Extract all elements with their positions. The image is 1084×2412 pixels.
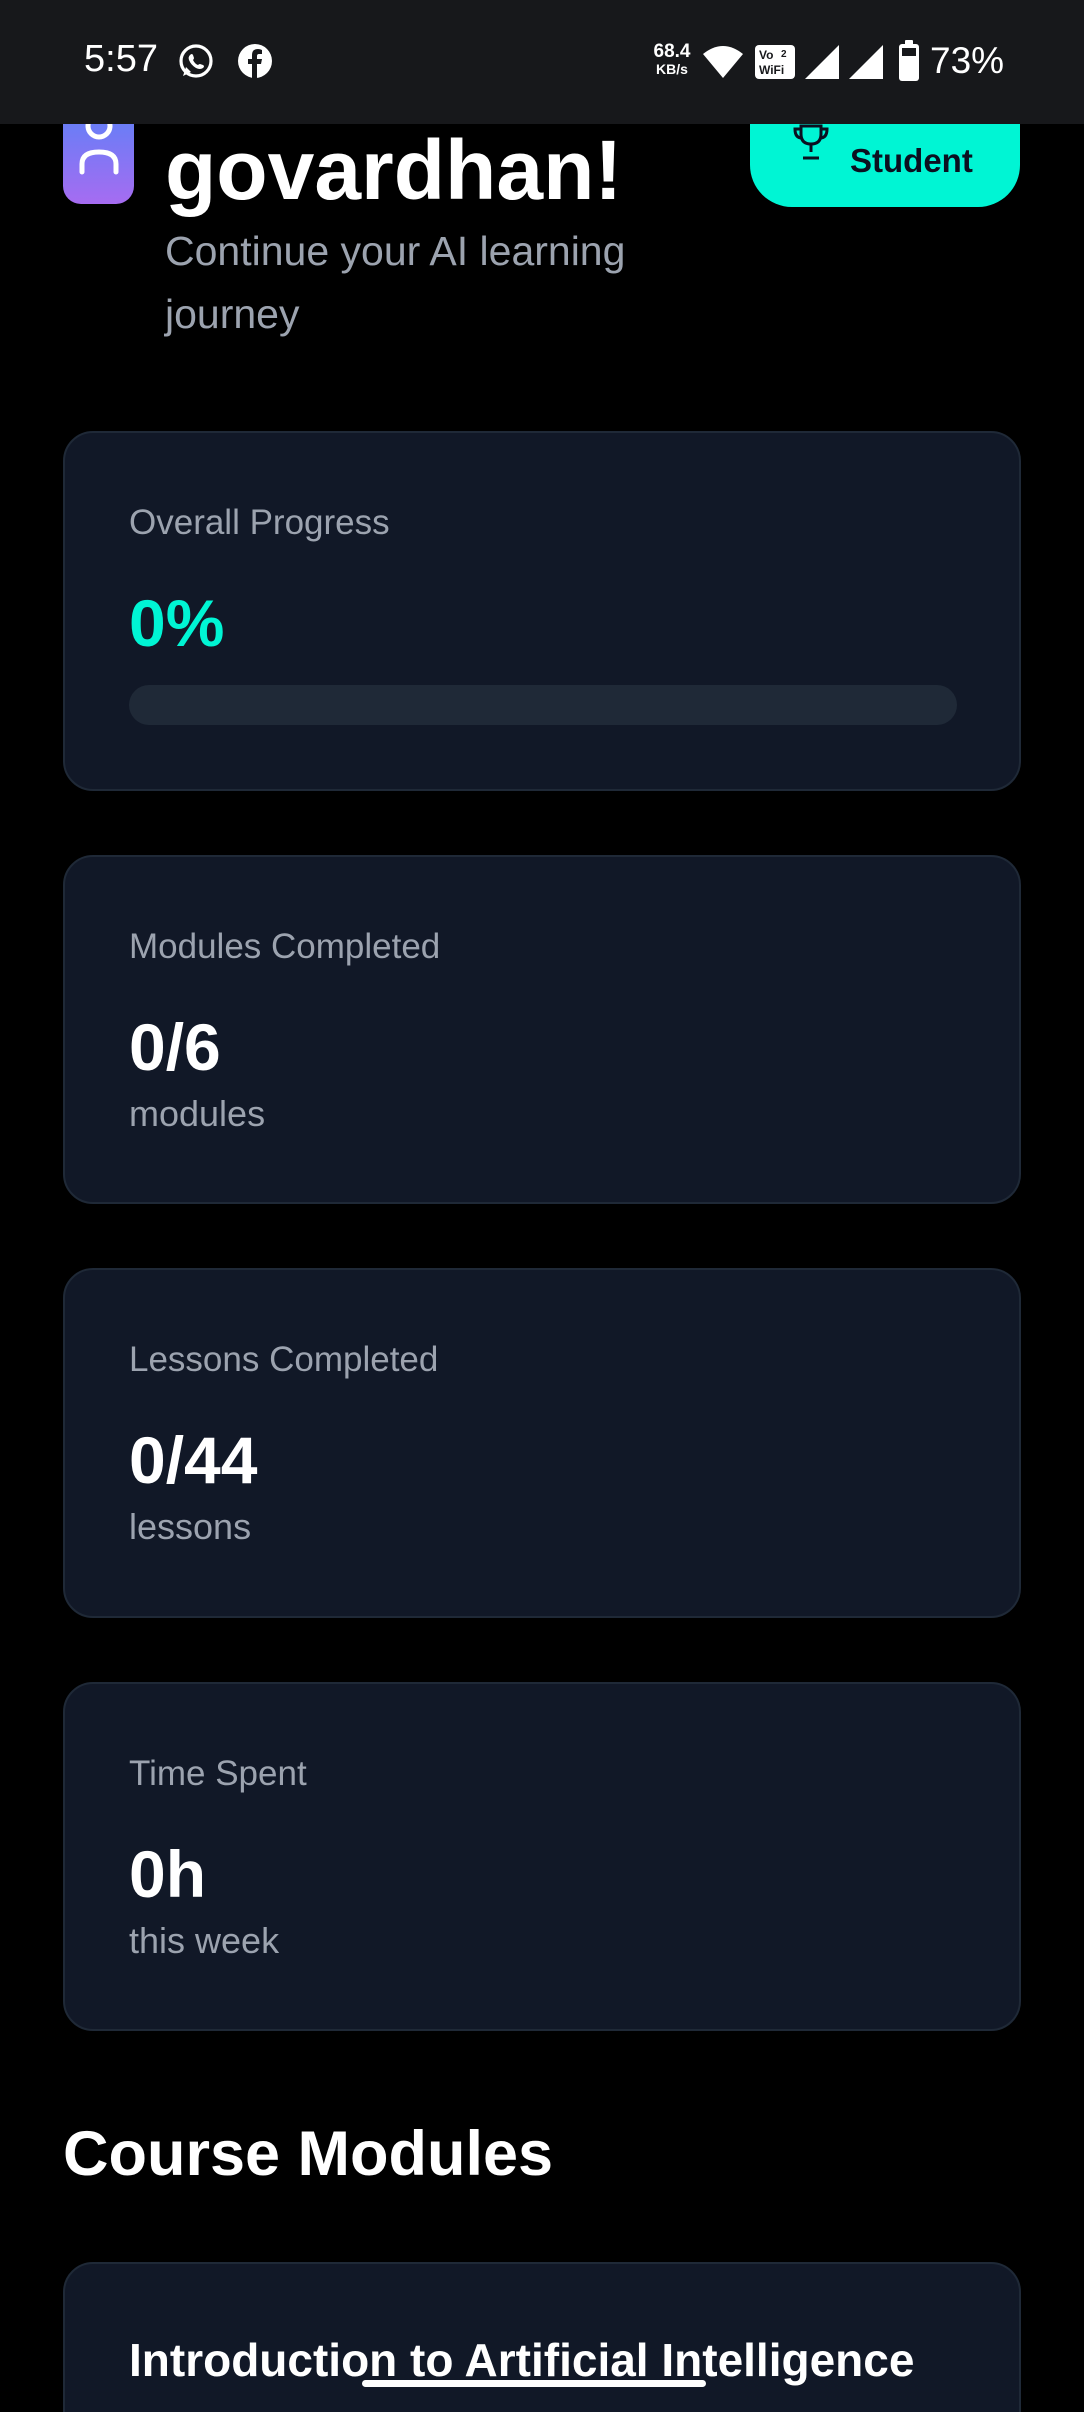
time-spent-card: Time Spent 0h this week (63, 1682, 1021, 2031)
lessons-completed-value: 0/44 (129, 1423, 258, 1497)
modules-completed-value: 0/6 (129, 1010, 221, 1084)
card-unit: modules (129, 1093, 266, 1134)
network-speed-value: 68.4 (653, 41, 691, 62)
overall-progress-card: Overall Progress 0% (63, 431, 1021, 791)
dashboard-page: 5:57 68.4 KB/s Vo 2 WiFi 73% govardhan! … (0, 0, 1084, 2412)
user-icon (79, 124, 119, 175)
section-title: Course Modules (63, 2119, 554, 2189)
greeting-subtitle: Continue your AI learning journey (165, 228, 626, 337)
status-time: 5:57 (84, 38, 158, 80)
battery-percentage: 73% (930, 40, 1005, 81)
svg-text:Vo: Vo (759, 48, 773, 62)
greeting-name: govardhan! (165, 123, 623, 217)
module-card[interactable]: Introduction to Artificial Intelligence (63, 2262, 1021, 2412)
progress-bar (129, 685, 957, 725)
card-label: Modules Completed (129, 927, 441, 966)
battery-icon (899, 40, 919, 81)
modules-completed-card: Modules Completed 0/6 modules (63, 855, 1021, 1204)
overall-progress-value: 0% (129, 586, 225, 660)
wifi-icon (703, 46, 743, 78)
card-label: Overall Progress (129, 503, 390, 542)
signal-icon (805, 45, 839, 79)
facebook-icon (238, 44, 272, 78)
network-speed: 68.4 KB/s (646, 41, 698, 77)
card-unit: this week (129, 1920, 280, 1961)
level-badge[interactable]: AI Student (750, 124, 1020, 207)
card-label: Lessons Completed (129, 1340, 439, 1379)
card-unit: lessons (129, 1506, 252, 1547)
module-title: Introduction to Artificial Intelligence (129, 2334, 915, 2386)
home-indicator[interactable] (362, 2380, 706, 2387)
lessons-completed-card: Lessons Completed 0/44 lessons (63, 1268, 1021, 1618)
signal-icon (849, 45, 883, 79)
card-label: Time Spent (129, 1754, 307, 1793)
svg-text:2: 2 (781, 49, 787, 60)
time-spent-value: 0h (129, 1837, 207, 1911)
status-bar: 5:57 68.4 KB/s Vo 2 WiFi 73% (0, 0, 1084, 124)
vowifi-icon: Vo 2 WiFi (755, 45, 795, 79)
badge-line-1: AI (850, 124, 883, 132)
badge-line-2: Student (850, 142, 973, 179)
trophy-icon (793, 124, 829, 160)
whatsapp-icon (179, 44, 213, 78)
avatar (63, 124, 134, 204)
network-speed-unit: KB/s (656, 61, 688, 77)
svg-text:WiFi: WiFi (759, 63, 784, 77)
